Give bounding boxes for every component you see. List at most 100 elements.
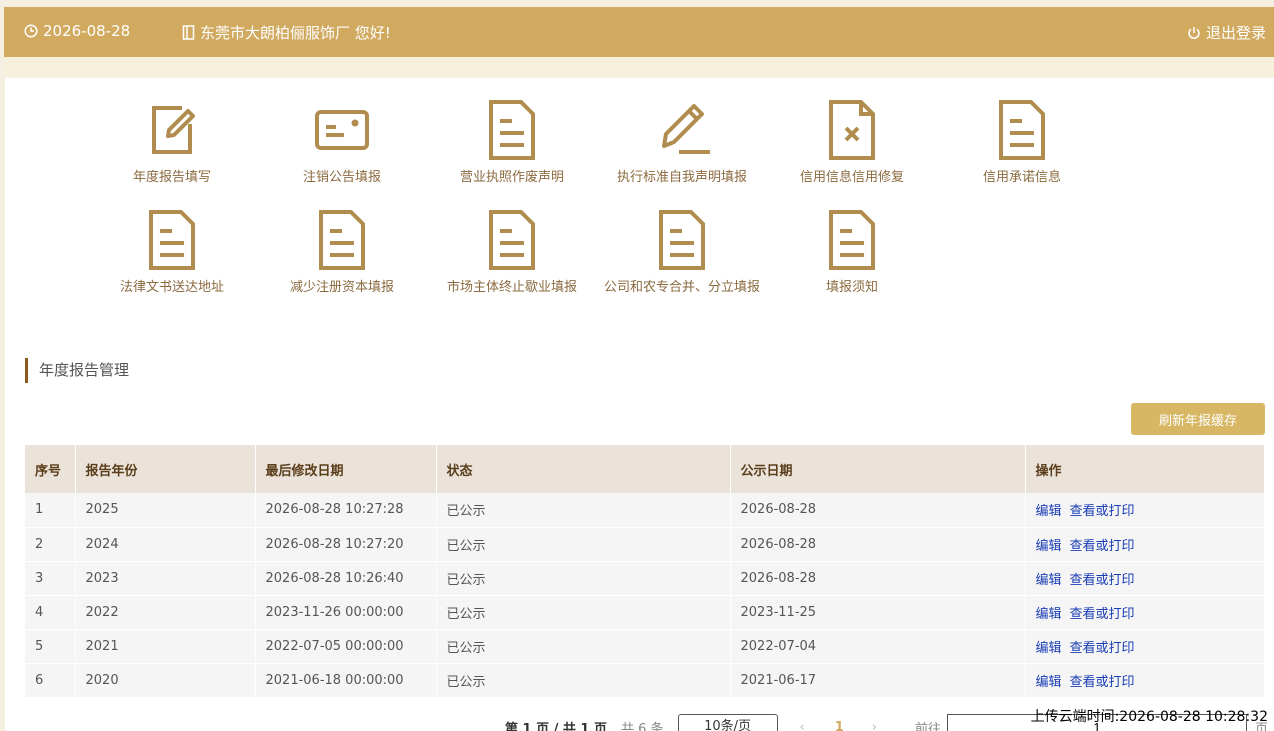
cell-year: 2023 <box>75 561 256 596</box>
func-credit-repair[interactable]: 信用信息信用修复 <box>767 100 937 185</box>
func-label: 信用承诺信息 <box>982 170 1061 185</box>
func-label: 营业执照作废声明 <box>459 170 564 185</box>
cell-actions: 编辑 查看或打印 <box>1025 493 1265 528</box>
edit-link[interactable]: 编辑 <box>1036 675 1062 690</box>
cell-publish: 2026-08-28 <box>730 561 1026 596</box>
func-label: 年度报告填写 <box>132 170 211 185</box>
col-header-modified: 最后修改日期 <box>255 445 437 493</box>
func-capital-reduction[interactable]: 减少注册资本填报 <box>257 210 427 295</box>
edit-link[interactable]: 编辑 <box>1036 641 1062 656</box>
view-print-link[interactable]: 查看或打印 <box>1070 607 1135 622</box>
cell-status: 已公示 <box>436 663 731 698</box>
clock-icon <box>24 24 38 38</box>
func-label: 法律文书送达地址 <box>119 280 224 295</box>
cell-actions: 编辑 查看或打印 <box>1025 595 1265 630</box>
date-text: 2026-08-28 <box>43 22 131 40</box>
header-shadow-strip <box>4 57 1274 77</box>
func-credit-commitment[interactable]: 信用承诺信息 <box>937 100 1107 185</box>
func-cancellation-notice[interactable]: 注销公告填报 <box>257 100 427 185</box>
col-header-publish: 公示日期 <box>730 445 1026 493</box>
edit-link[interactable]: 编辑 <box>1036 539 1062 554</box>
card-icon <box>315 110 369 150</box>
cell-publish: 2021-06-17 <box>730 663 1026 698</box>
view-print-link[interactable]: 查看或打印 <box>1070 539 1135 554</box>
cell-publish: 2026-08-28 <box>730 493 1026 528</box>
document-icon <box>489 100 535 160</box>
cell-year: 2024 <box>75 527 256 562</box>
edit-link[interactable]: 编辑 <box>1036 573 1062 588</box>
cell-modified: 2023-11-26 00:00:00 <box>255 595 437 630</box>
col-header-status: 状态 <box>436 445 731 493</box>
document-icon <box>829 210 875 270</box>
prev-page-icon[interactable]: ‹ <box>800 720 805 731</box>
table-row: 6 2020 2021-06-18 00:00:00 已公示 2021-06-1… <box>25 663 1265 698</box>
cell-status: 已公示 <box>436 561 731 596</box>
total-count: 共 6 条 <box>621 721 664 731</box>
page-info: 第 1 页 / 共 1 页 <box>505 721 607 731</box>
func-label: 执行标准自我声明填报 <box>616 170 747 185</box>
document-x-icon <box>829 100 875 160</box>
page-size-select[interactable]: 10条/页 <box>677 714 778 731</box>
func-annual-report[interactable]: 年度报告填写 <box>87 100 257 185</box>
view-print-link[interactable]: 查看或打印 <box>1070 641 1135 656</box>
cell-no: 4 <box>25 595 76 630</box>
cell-modified: 2026-08-28 10:27:28 <box>255 493 437 528</box>
func-standard-declaration[interactable]: 执行标准自我声明填报 <box>597 100 767 185</box>
logout-button[interactable]: 退出登录 <box>1187 22 1266 43</box>
goto-label: 前往 <box>915 721 942 731</box>
col-header-no: 序号 <box>25 445 76 493</box>
table-row: 4 2022 2023-11-26 00:00:00 已公示 2023-11-2… <box>25 595 1265 630</box>
edit-link[interactable]: 编辑 <box>1036 607 1062 622</box>
door-icon <box>182 25 195 40</box>
power-icon <box>1188 26 1200 39</box>
cell-actions: 编辑 查看或打印 <box>1025 527 1265 562</box>
cell-status: 已公示 <box>436 527 731 562</box>
cell-modified: 2022-07-05 00:00:00 <box>255 629 437 664</box>
document-icon <box>319 210 365 270</box>
header-greeting: 东莞市大朗柏俪服饰厂 您好! <box>182 22 391 43</box>
main-panel: 年度报告填写 注销公告填报 营业执照作废声明 执行标准自我声明填报 信用信息信用… <box>5 78 1274 731</box>
next-page-icon[interactable]: › <box>872 720 877 731</box>
table-row: 2 2024 2026-08-28 10:27:20 已公示 2026-08-2… <box>25 527 1265 562</box>
header-date: 2026-08-28 <box>24 22 130 40</box>
func-license-void[interactable]: 营业执照作废声明 <box>427 100 597 185</box>
cell-modified: 2026-08-28 10:27:20 <box>255 527 437 562</box>
func-label: 减少注册资本填报 <box>289 280 394 295</box>
view-print-link[interactable]: 查看或打印 <box>1070 675 1135 690</box>
cell-year: 2021 <box>75 629 256 664</box>
view-print-link[interactable]: 查看或打印 <box>1070 504 1135 519</box>
func-label: 填报须知 <box>825 280 878 295</box>
cell-publish: 2026-08-28 <box>730 527 1026 562</box>
func-merger-split[interactable]: 公司和农专合并、分立填报 <box>597 210 767 295</box>
table-header-row: 序号 报告年份 最后修改日期 状态 公示日期 操作 <box>25 445 1265 493</box>
cell-year: 2022 <box>75 595 256 630</box>
cell-no: 1 <box>25 493 76 528</box>
document-icon <box>659 210 705 270</box>
cell-publish: 2023-11-25 <box>730 595 1026 630</box>
logout-label: 退出登录 <box>1205 24 1266 42</box>
func-label: 注销公告填报 <box>302 170 381 185</box>
upload-time-text: 上传云端时间:2026-08-28 10:28:32 <box>1030 709 1268 725</box>
func-label: 市场主体终止歇业填报 <box>446 280 577 295</box>
cell-actions: 编辑 查看或打印 <box>1025 663 1265 698</box>
annual-report-table: 序号 报告年份 最后修改日期 状态 公示日期 操作 1 2025 2026-08… <box>25 445 1265 698</box>
document-icon <box>489 210 535 270</box>
greeting-text: 东莞市大朗柏俪服饰厂 您好! <box>200 24 391 42</box>
cell-year: 2025 <box>75 493 256 528</box>
func-business-termination[interactable]: 市场主体终止歇业填报 <box>427 210 597 295</box>
cell-modified: 2021-06-18 00:00:00 <box>255 663 437 698</box>
edit-link[interactable]: 编辑 <box>1036 504 1062 519</box>
cell-year: 2020 <box>75 663 256 698</box>
top-bar: 2026-08-28 东莞市大朗柏俪服饰厂 您好! 退出登录 <box>4 7 1274 57</box>
refresh-cache-button[interactable]: 刷新年报缓存 <box>1131 403 1265 435</box>
cell-status: 已公示 <box>436 493 731 528</box>
func-filing-notice[interactable]: 填报须知 <box>767 210 937 295</box>
cell-status: 已公示 <box>436 629 731 664</box>
cell-publish: 2022-07-04 <box>730 629 1026 664</box>
view-print-link[interactable]: 查看或打印 <box>1070 573 1135 588</box>
func-legal-address[interactable]: 法律文书送达地址 <box>87 210 257 295</box>
edit-icon <box>152 106 195 154</box>
document-icon <box>149 210 195 270</box>
page-number-current[interactable]: 1 <box>835 720 844 731</box>
col-header-year: 报告年份 <box>75 445 256 493</box>
